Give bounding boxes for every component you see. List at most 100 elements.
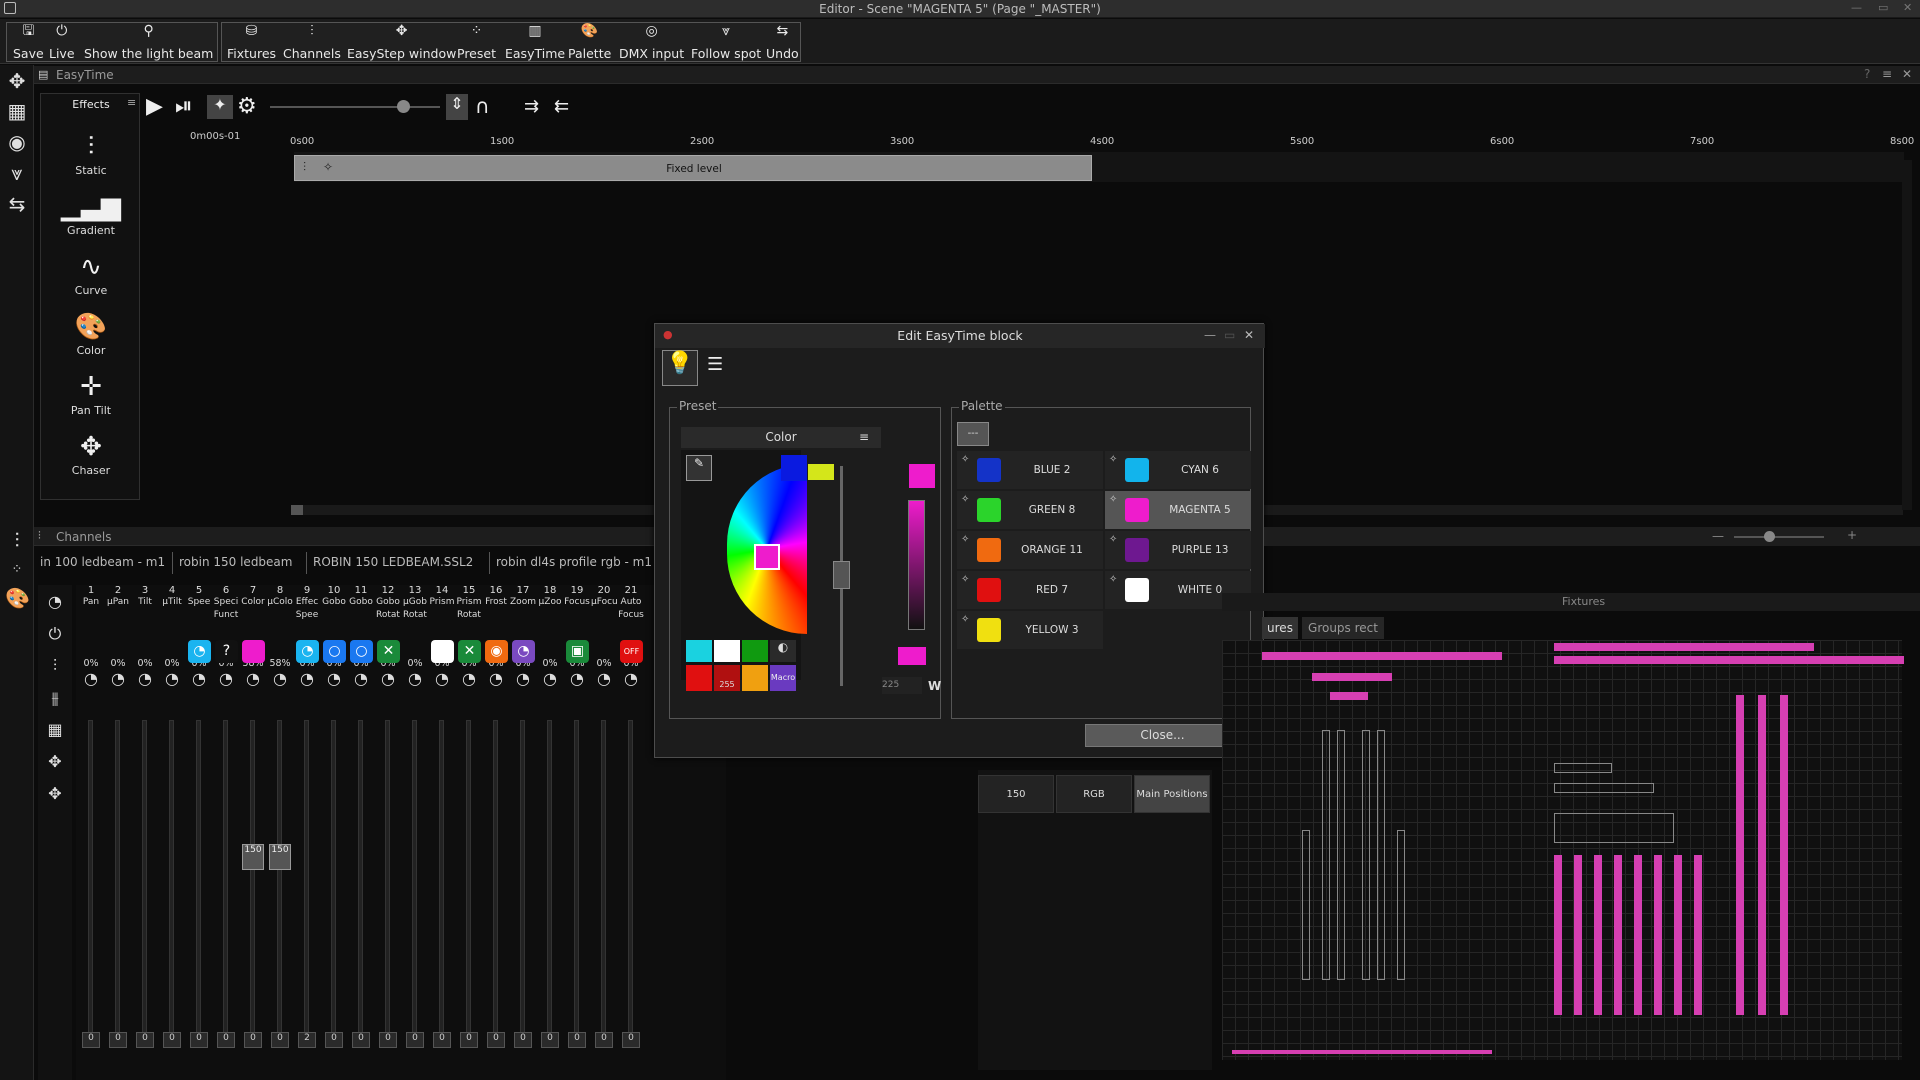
fixtures-plan-grid[interactable] bbox=[1222, 640, 1904, 1060]
fixture-group[interactable] bbox=[1554, 813, 1674, 843]
fixture-column[interactable] bbox=[1694, 855, 1702, 1015]
gobo-icon[interactable]: ○ bbox=[350, 640, 373, 663]
channel-knob-icon[interactable]: ◔ bbox=[483, 669, 509, 688]
settings-icon[interactable]: ⚙ bbox=[237, 94, 257, 119]
timeline-ruler[interactable]: 0s00 1s00 2s00 3s00 4s00 5s00 6s00 7s00 8s00 bbox=[290, 130, 1914, 152]
power-toggle-icon[interactable]: ⏻ bbox=[43, 622, 67, 646]
macro-button[interactable]: Macro bbox=[770, 665, 796, 691]
blue-swatch[interactable] bbox=[781, 455, 807, 481]
channel-strip[interactable]: 1 Pan 0% ◔ bbox=[78, 585, 104, 1075]
live-button[interactable]: ⏻ Live bbox=[46, 23, 78, 61]
channel-tab-2[interactable]: robin 150 ledbeam bbox=[172, 552, 298, 574]
channel-knob-icon[interactable]: ◔ bbox=[591, 669, 617, 688]
channel-knob-icon[interactable]: ◔ bbox=[537, 669, 563, 688]
selected-color-swatch[interactable] bbox=[754, 544, 780, 570]
fixture-column-grey[interactable] bbox=[1337, 730, 1345, 980]
channel-knob-icon[interactable]: ◔ bbox=[159, 669, 185, 688]
channel-knob-icon[interactable]: ◔ bbox=[132, 669, 158, 688]
faders-icon[interactable]: ⫶ bbox=[43, 654, 67, 678]
fixture-column[interactable] bbox=[1758, 695, 1766, 1015]
channel-knob-icon[interactable]: ◔ bbox=[294, 669, 320, 688]
yellow-swatch[interactable] bbox=[808, 464, 834, 480]
effect-pan-tilt[interactable]: ✛ Pan Tilt bbox=[41, 370, 141, 417]
palette-item-cyan-6[interactable]: ✧ CYAN 6 bbox=[1105, 451, 1251, 489]
fixed-level-block[interactable]: ⫶ ✧ Fixed level bbox=[294, 155, 1092, 181]
table-cell-rgb[interactable]: RGB bbox=[1056, 775, 1132, 813]
effect-static[interactable]: ⫶ Static bbox=[41, 130, 141, 177]
zoom-slider-track[interactable] bbox=[270, 106, 440, 108]
zoom-in-icon[interactable]: + bbox=[1847, 528, 1857, 542]
faders-alt-icon[interactable]: ⫵ bbox=[43, 686, 67, 710]
gobo-rotation-icon[interactable]: ✕ bbox=[377, 640, 400, 663]
effect-gradient[interactable]: ▁▃▆ Gradient bbox=[41, 190, 141, 237]
fixture-column[interactable] bbox=[1674, 855, 1682, 1015]
focus-icon[interactable]: ▣ bbox=[566, 640, 589, 663]
fixture-bar[interactable] bbox=[1330, 692, 1368, 700]
fixture-bar[interactable] bbox=[1262, 652, 1502, 660]
fixture-bar[interactable] bbox=[1554, 656, 1904, 664]
dialog-minimize-icon[interactable]: — bbox=[1204, 328, 1216, 342]
channel-tab-3[interactable]: ROBIN 150 LEDBEAM.SSL2 bbox=[306, 552, 479, 574]
show-light-beam-button[interactable]: ⚲ Show the light beam bbox=[81, 23, 216, 61]
channel-strip[interactable]: 18 µZoo 0% ◔ bbox=[537, 585, 563, 1075]
channel-knob-icon[interactable]: ◔ bbox=[240, 669, 266, 688]
table-cell-150[interactable]: 150 bbox=[978, 775, 1054, 813]
fixture-group[interactable] bbox=[1554, 783, 1654, 793]
palette-item-green-8[interactable]: ✧ GREEN 8 bbox=[957, 491, 1103, 529]
channel-tab-4[interactable]: robin dl4s profile rgb - m1 bbox=[489, 552, 658, 574]
effects-menu-icon[interactable]: ≡ bbox=[127, 96, 136, 109]
easytime-button[interactable]: ▥ EasyTime bbox=[502, 23, 568, 61]
channel-tab-1[interactable]: in 100 ledbeam - m1 bbox=[34, 552, 171, 574]
minimize-icon[interactable]: — bbox=[1851, 1, 1862, 14]
channel-knob-icon[interactable]: ◔ bbox=[78, 669, 104, 688]
light-bulb-tab-icon[interactable]: 💡 bbox=[662, 350, 698, 386]
auto-focus-icon[interactable]: OFF bbox=[620, 640, 643, 663]
value-225-field[interactable]: 225 bbox=[882, 677, 922, 694]
dots-side-icon[interactable]: ⁘ bbox=[5, 558, 29, 582]
dark-red-swatch[interactable]: 255 bbox=[714, 665, 740, 691]
palette-item-yellow-3[interactable]: ✧ YELLOW 3 bbox=[957, 611, 1103, 649]
channel-knob-icon[interactable]: ◔ bbox=[429, 669, 455, 688]
easytime-small-icon[interactable]: ▦ bbox=[43, 718, 67, 742]
palette-side-icon[interactable]: 🎨 bbox=[5, 586, 30, 610]
channel-knob-icon[interactable]: ◔ bbox=[321, 669, 347, 688]
channel-knob-icon[interactable]: ◔ bbox=[348, 669, 374, 688]
step-icon[interactable]: ⏯ bbox=[175, 94, 193, 119]
channel-strip[interactable]: 13 µGob Rotat 0% ◔ bbox=[402, 585, 428, 1075]
prism-icon[interactable]: ○ bbox=[431, 640, 454, 663]
effect-speed-icon[interactable]: ◔ bbox=[296, 640, 319, 663]
channel-knob-icon[interactable]: ◔ bbox=[510, 669, 536, 688]
undo-side-icon[interactable]: ⇆ bbox=[5, 192, 29, 216]
fixture-column[interactable] bbox=[1554, 855, 1562, 1015]
channel-knob-icon[interactable]: ◔ bbox=[456, 669, 482, 688]
easystep-small-icon[interactable]: ✥ bbox=[43, 750, 67, 774]
zoom-out-icon[interactable]: — bbox=[1712, 529, 1724, 543]
fixtures-button[interactable]: ⛁ Fixtures bbox=[224, 23, 279, 61]
fixture-column-grey[interactable] bbox=[1377, 730, 1385, 980]
channel-strip[interactable]: 20 µFocu 0% ◔ bbox=[591, 585, 617, 1075]
fixture-column-grey[interactable] bbox=[1397, 830, 1405, 980]
zoom-track[interactable] bbox=[1734, 536, 1824, 538]
eyedropper-icon[interactable]: ✎ bbox=[686, 455, 712, 481]
easystep-small-icon-2[interactable]: ✥ bbox=[43, 782, 67, 806]
dmx-input-button[interactable]: ◎ DMX input bbox=[616, 23, 687, 61]
numbered-list-tab-icon[interactable]: ☰ bbox=[707, 354, 723, 375]
gobo-icon[interactable]: ○ bbox=[323, 640, 346, 663]
fixture-group[interactable] bbox=[1554, 763, 1612, 773]
dialog-maximize-icon[interactable]: ▭ bbox=[1224, 328, 1235, 342]
magenta-level-bar[interactable] bbox=[908, 500, 925, 630]
fixture-bar-bottom[interactable] bbox=[1232, 1050, 1492, 1054]
easytime-side-icon[interactable]: ▦ bbox=[5, 99, 29, 123]
help-icon[interactable]: ? bbox=[1864, 67, 1870, 81]
fixture-column[interactable] bbox=[1574, 855, 1582, 1015]
menu-icon[interactable]: ≡ bbox=[1882, 67, 1892, 81]
groups-rect-tab[interactable]: Groups rect bbox=[1302, 617, 1384, 639]
palette-item-orange-11[interactable]: ✧ ORANGE 11 bbox=[957, 531, 1103, 569]
palette-item-purple-13[interactable]: ✧ PURPLE 13 bbox=[1105, 531, 1251, 569]
channel-knob-icon[interactable]: ◔ bbox=[105, 669, 131, 688]
preset-button[interactable]: ⁘ Preset bbox=[454, 23, 499, 61]
fixture-column-grey[interactable] bbox=[1362, 730, 1370, 980]
frost-icon[interactable]: ◉ bbox=[485, 640, 508, 663]
palette-item-magenta-5[interactable]: ✧ MAGENTA 5 bbox=[1105, 491, 1251, 529]
fixture-column[interactable] bbox=[1614, 855, 1622, 1015]
